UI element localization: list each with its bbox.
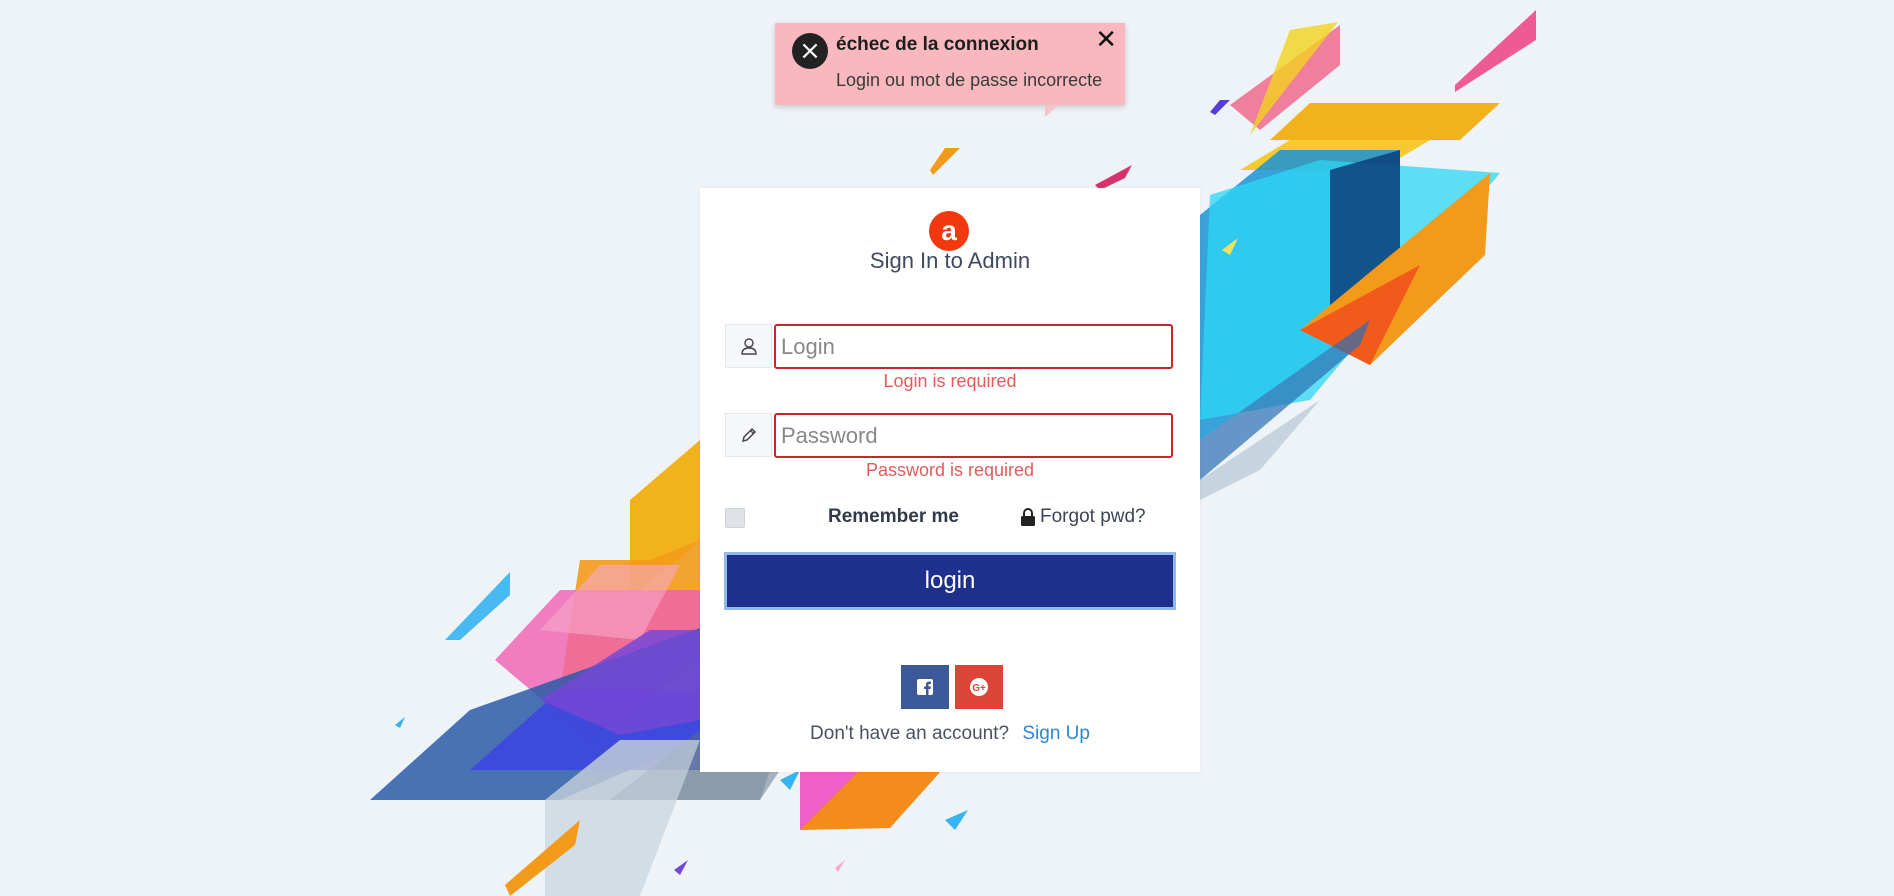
- login-card: a Sign In to Admin Login is required Pas…: [700, 188, 1200, 772]
- login-button[interactable]: login: [724, 552, 1176, 610]
- remember-checkbox[interactable]: [725, 508, 745, 528]
- svg-text:G+: G+: [972, 683, 986, 694]
- signup-link[interactable]: Sign Up: [1022, 723, 1090, 744]
- page-title: Sign In to Admin: [869, 248, 1031, 273]
- remember-row: Remember me Forgot pwd?: [725, 506, 1175, 530]
- facebook-icon: [917, 679, 933, 695]
- facebook-button[interactable]: [901, 665, 949, 709]
- brand-logo: a: [929, 211, 969, 251]
- lock-icon: [1021, 508, 1035, 526]
- toast-message: Login ou mot de passe incorrecte: [836, 70, 1103, 90]
- signup-prompt: Don't have an account?: [810, 723, 1010, 744]
- toast-pointer: [1045, 105, 1059, 117]
- password-input-group: [725, 413, 1175, 458]
- signup-row: Don't have an account? Sign Up: [700, 723, 1200, 745]
- forgot-password-link[interactable]: Forgot pwd?: [1040, 506, 1146, 528]
- remember-label: Remember me: [828, 506, 959, 527]
- login-input-group: [725, 324, 1175, 369]
- password-input[interactable]: [774, 413, 1173, 458]
- close-icon[interactable]: ✕: [1095, 25, 1117, 55]
- google-plus-icon: G+: [970, 678, 988, 696]
- password-error: Password is required: [865, 460, 1035, 480]
- login-error: Login is required: [883, 371, 1017, 391]
- toast-title: échec de la connexion: [836, 34, 1039, 55]
- login-error-toast: × échec de la connexion Login ou mot de …: [775, 23, 1125, 117]
- pencil-icon: [725, 413, 772, 457]
- error-icon: ×: [792, 33, 828, 69]
- login-input[interactable]: [774, 324, 1173, 369]
- user-icon: [725, 324, 772, 368]
- google-plus-button[interactable]: G+: [955, 665, 1003, 709]
